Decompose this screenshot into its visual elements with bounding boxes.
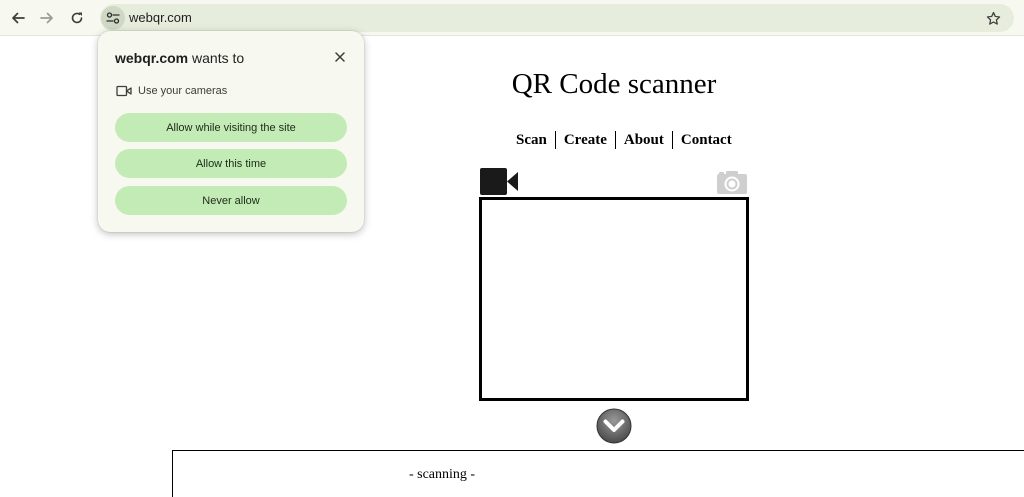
scanner-video-frame xyxy=(479,197,749,401)
video-camera-icon[interactable] xyxy=(480,168,518,195)
site-info-button[interactable] xyxy=(101,6,125,30)
bookmark-button[interactable] xyxy=(984,9,1002,27)
permission-label: Use your cameras xyxy=(138,85,228,97)
site-settings-icon xyxy=(106,12,120,24)
popup-site-name: webqr.com xyxy=(115,50,189,66)
menu-item-contact[interactable]: Contact xyxy=(671,131,740,149)
address-bar[interactable]: webqr.com xyxy=(100,4,1014,32)
never-allow-button[interactable]: Never allow xyxy=(115,186,347,215)
reload-icon xyxy=(71,12,83,24)
allow-while-visiting-button[interactable]: Allow while visiting the site xyxy=(115,113,347,142)
main-menu: Scan Create About Contact xyxy=(508,131,740,149)
menu-item-about[interactable]: About xyxy=(614,131,672,149)
popup-close-button[interactable] xyxy=(332,49,348,65)
popup-title: webqr.com wants to xyxy=(115,50,244,66)
allow-this-time-button[interactable]: Allow this time xyxy=(115,149,347,178)
popup-wants-to: wants to xyxy=(188,50,245,66)
scan-status-text: - scanning - xyxy=(408,467,476,482)
close-icon xyxy=(335,52,345,62)
star-icon xyxy=(986,11,1000,25)
menu-item-create[interactable]: Create xyxy=(554,131,615,149)
menu-item-scan[interactable]: Scan xyxy=(508,131,555,149)
forward-button[interactable] xyxy=(35,6,59,30)
url-text[interactable]: webqr.com xyxy=(129,10,192,25)
camera-icon xyxy=(116,85,132,97)
back-button[interactable] xyxy=(6,6,30,30)
camera-permission-popup: webqr.com wants to Use your cameras Allo… xyxy=(98,31,364,232)
reload-button[interactable] xyxy=(65,6,89,30)
arrow-right-icon xyxy=(40,12,53,24)
arrow-left-icon xyxy=(12,12,25,24)
photo-camera-icon[interactable] xyxy=(716,169,748,195)
chevron-down-icon[interactable] xyxy=(596,408,632,444)
